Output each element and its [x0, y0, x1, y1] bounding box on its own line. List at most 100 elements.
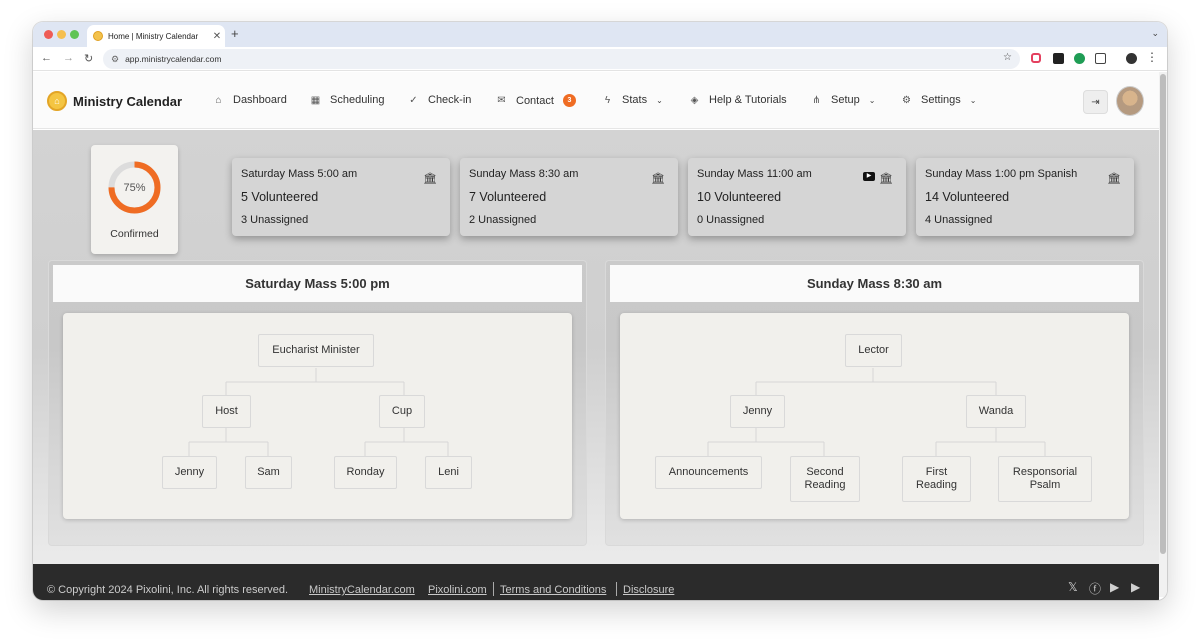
footer-link-ministrycalendar[interactable]: MinistryCalendar.com [309, 584, 415, 596]
confirmed-percent: 75% [123, 182, 146, 194]
reading-node[interactable]: Second Reading [790, 456, 860, 502]
app-footer: © Copyright 2024 Pixolini, Inc. All righ… [33, 564, 1159, 600]
favicon-icon [93, 31, 103, 41]
schedule-panel: Sunday Mass 8:30 am Lector Jenny Wanda A… [605, 260, 1144, 546]
forward-icon[interactable]: → [63, 52, 74, 64]
chevron-down-icon: ⌄ [656, 95, 663, 105]
footer-link-terms[interactable]: Terms and Conditions [500, 584, 606, 596]
footer-link-pixolini[interactable]: Pixolini.com [428, 584, 487, 596]
nav-settings[interactable]: ⚙ Settings ⌄ [901, 94, 976, 106]
user-avatar[interactable] [1116, 86, 1144, 116]
extensions-puzzle-icon[interactable] [1095, 53, 1106, 64]
close-window-button[interactable] [44, 30, 53, 39]
gear-icon: ⚙ [902, 94, 911, 106]
nav-dashboard-label: Dashboard [233, 94, 287, 106]
nav-scheduling-label: Scheduling [330, 94, 385, 106]
footer-link-disclosure[interactable]: Disclosure [623, 584, 674, 596]
role-node-root[interactable]: Lector [845, 334, 902, 367]
browser-menu-icon[interactable]: ⋮ [1146, 50, 1158, 64]
volunteer-node[interactable]: Jenny [162, 456, 217, 489]
mass-card-volunteered: 10 Volunteered [697, 190, 782, 204]
youtube-icon[interactable]: ▶ [1110, 580, 1119, 594]
mass-card-title: Saturday Mass 5:00 am [241, 168, 358, 180]
nav-checkin[interactable]: ✓ Check-in [408, 94, 471, 106]
footer-separator [616, 582, 617, 596]
nav-contact-label: Contact [516, 94, 554, 107]
nav-scheduling[interactable]: ▦ Scheduling [310, 94, 385, 106]
volunteer-node[interactable]: Sam [245, 456, 292, 489]
reload-icon[interactable]: ↻ [84, 52, 93, 65]
browser-toolbar: ← → ↻ ⚙ app.ministrycalendar.com ☆ ⋮ [33, 47, 1167, 71]
church-building-icon: 🏛 [651, 173, 665, 185]
address-bar[interactable]: ⚙ app.ministrycalendar.com ☆ [103, 49, 1020, 69]
nav-dashboard[interactable]: ⌂ Dashboard [213, 94, 287, 106]
mass-card[interactable]: Saturday Mass 5:00 am 🏛 5 Volunteered 3 … [232, 158, 450, 236]
brand-logo[interactable]: ⌂ Ministry Calendar [47, 91, 182, 111]
new-tab-button[interactable]: + [231, 26, 239, 41]
tab-title: Home | Ministry Calendar [108, 31, 199, 41]
nav-setup[interactable]: ⋔ Setup ⌄ [811, 94, 875, 106]
profile-icon[interactable] [1126, 53, 1137, 64]
mass-card-volunteered: 5 Volunteered [241, 190, 319, 204]
role-tree: Eucharist Minister Host Cup Jenny Sam Ro… [63, 313, 572, 519]
nav-help-tutorials[interactable]: ◈ Help & Tutorials [689, 94, 787, 106]
graduation-cap-icon: ◈ [690, 94, 699, 106]
youtube-alt-icon[interactable]: ▶ [1131, 580, 1140, 594]
dashboard-main: 75% Confirmed Saturday Mass 5:00 am 🏛 5 … [33, 130, 1159, 564]
nav-setup-label: Setup [831, 94, 860, 106]
mass-card-unassigned: 3 Unassigned [241, 214, 309, 226]
page-scrollbar[interactable] [1159, 72, 1167, 597]
reading-node[interactable]: Responsorial Psalm [998, 456, 1092, 502]
panel-title: Saturday Mass 5:00 pm [53, 265, 582, 302]
volunteer-node[interactable]: Ronday [334, 456, 397, 489]
home-icon: ⌂ [215, 94, 222, 106]
copyright-text: © Copyright 2024 Pixolini, Inc. All righ… [47, 584, 289, 596]
minimize-window-button[interactable] [57, 30, 66, 39]
schedule-panel: Saturday Mass 5:00 pm Eucharist Minister… [48, 260, 587, 546]
reading-node[interactable]: Announcements [655, 456, 762, 489]
mass-card[interactable]: Sunday Mass 11:00 am ▶ 🏛 10 Volunteered … [688, 158, 906, 236]
pocket-extension-icon[interactable] [1031, 53, 1041, 63]
mass-card[interactable]: Sunday Mass 8:30 am 🏛 7 Volunteered 2 Un… [460, 158, 678, 236]
mass-card-unassigned: 2 Unassigned [469, 214, 537, 226]
logout-button[interactable]: ⇥ [1083, 90, 1108, 114]
volunteer-node[interactable]: Wanda [966, 395, 1026, 428]
mass-card[interactable]: Sunday Mass 1:00 pm Spanish 🏛 14 Volunte… [916, 158, 1134, 236]
youtube-icon[interactable]: ▶ [863, 172, 876, 181]
chevron-down-icon: ⌄ [969, 95, 977, 105]
role-node-root[interactable]: Eucharist Minister [258, 334, 374, 367]
church-building-icon: 🏛 [1107, 173, 1121, 185]
calendar-icon: ▦ [310, 94, 321, 106]
back-icon[interactable]: ← [41, 52, 52, 64]
reading-node[interactable]: First Reading [902, 456, 971, 502]
role-node-child[interactable]: Cup [379, 395, 425, 428]
nav-contact[interactable]: ✉ Contact 3 [496, 94, 576, 107]
bolt-icon: ϟ [604, 94, 611, 106]
scrollbar-thumb[interactable] [1160, 74, 1166, 554]
close-tab-icon[interactable]: ✕ [209, 31, 225, 42]
role-node-child[interactable]: Host [202, 395, 251, 428]
nav-settings-label: Settings [921, 94, 961, 106]
browser-tab-active[interactable]: Home | Ministry Calendar ✕ [87, 25, 225, 47]
mass-card-volunteered: 14 Volunteered [925, 190, 1010, 204]
app-header: ⌂ Ministry Calendar ⌂ Dashboard ▦ Schedu… [33, 72, 1159, 129]
facebook-icon[interactable]: ⓕ [1089, 580, 1101, 597]
footer-separator [493, 582, 494, 596]
tab-list-chevron-icon[interactable]: ⌄ [1151, 28, 1159, 39]
grammarly-extension-icon[interactable] [1074, 53, 1085, 64]
nav-stats[interactable]: ϟ Stats ⌄ [602, 94, 663, 106]
church-building-icon: 🏛 [879, 173, 893, 185]
layers-extension-icon[interactable] [1053, 53, 1064, 64]
volunteer-node[interactable]: Leni [425, 456, 472, 489]
site-info-icon[interactable]: ⚙ [111, 54, 119, 65]
mass-card-icons: 🏛 [1107, 172, 1121, 185]
mass-card-volunteered: 7 Volunteered [469, 190, 547, 204]
mass-card-icons: 🏛 [651, 172, 665, 185]
x-twitter-icon[interactable]: 𝕏 [1068, 580, 1078, 594]
volunteer-node[interactable]: Jenny [730, 395, 785, 428]
home-logo-icon: ⌂ [47, 91, 67, 111]
maximize-window-button[interactable] [70, 30, 79, 39]
mass-card-unassigned: 0 Unassigned [697, 214, 765, 226]
brand-name: Ministry Calendar [73, 93, 183, 109]
bookmark-star-icon[interactable]: ☆ [1003, 52, 1012, 63]
